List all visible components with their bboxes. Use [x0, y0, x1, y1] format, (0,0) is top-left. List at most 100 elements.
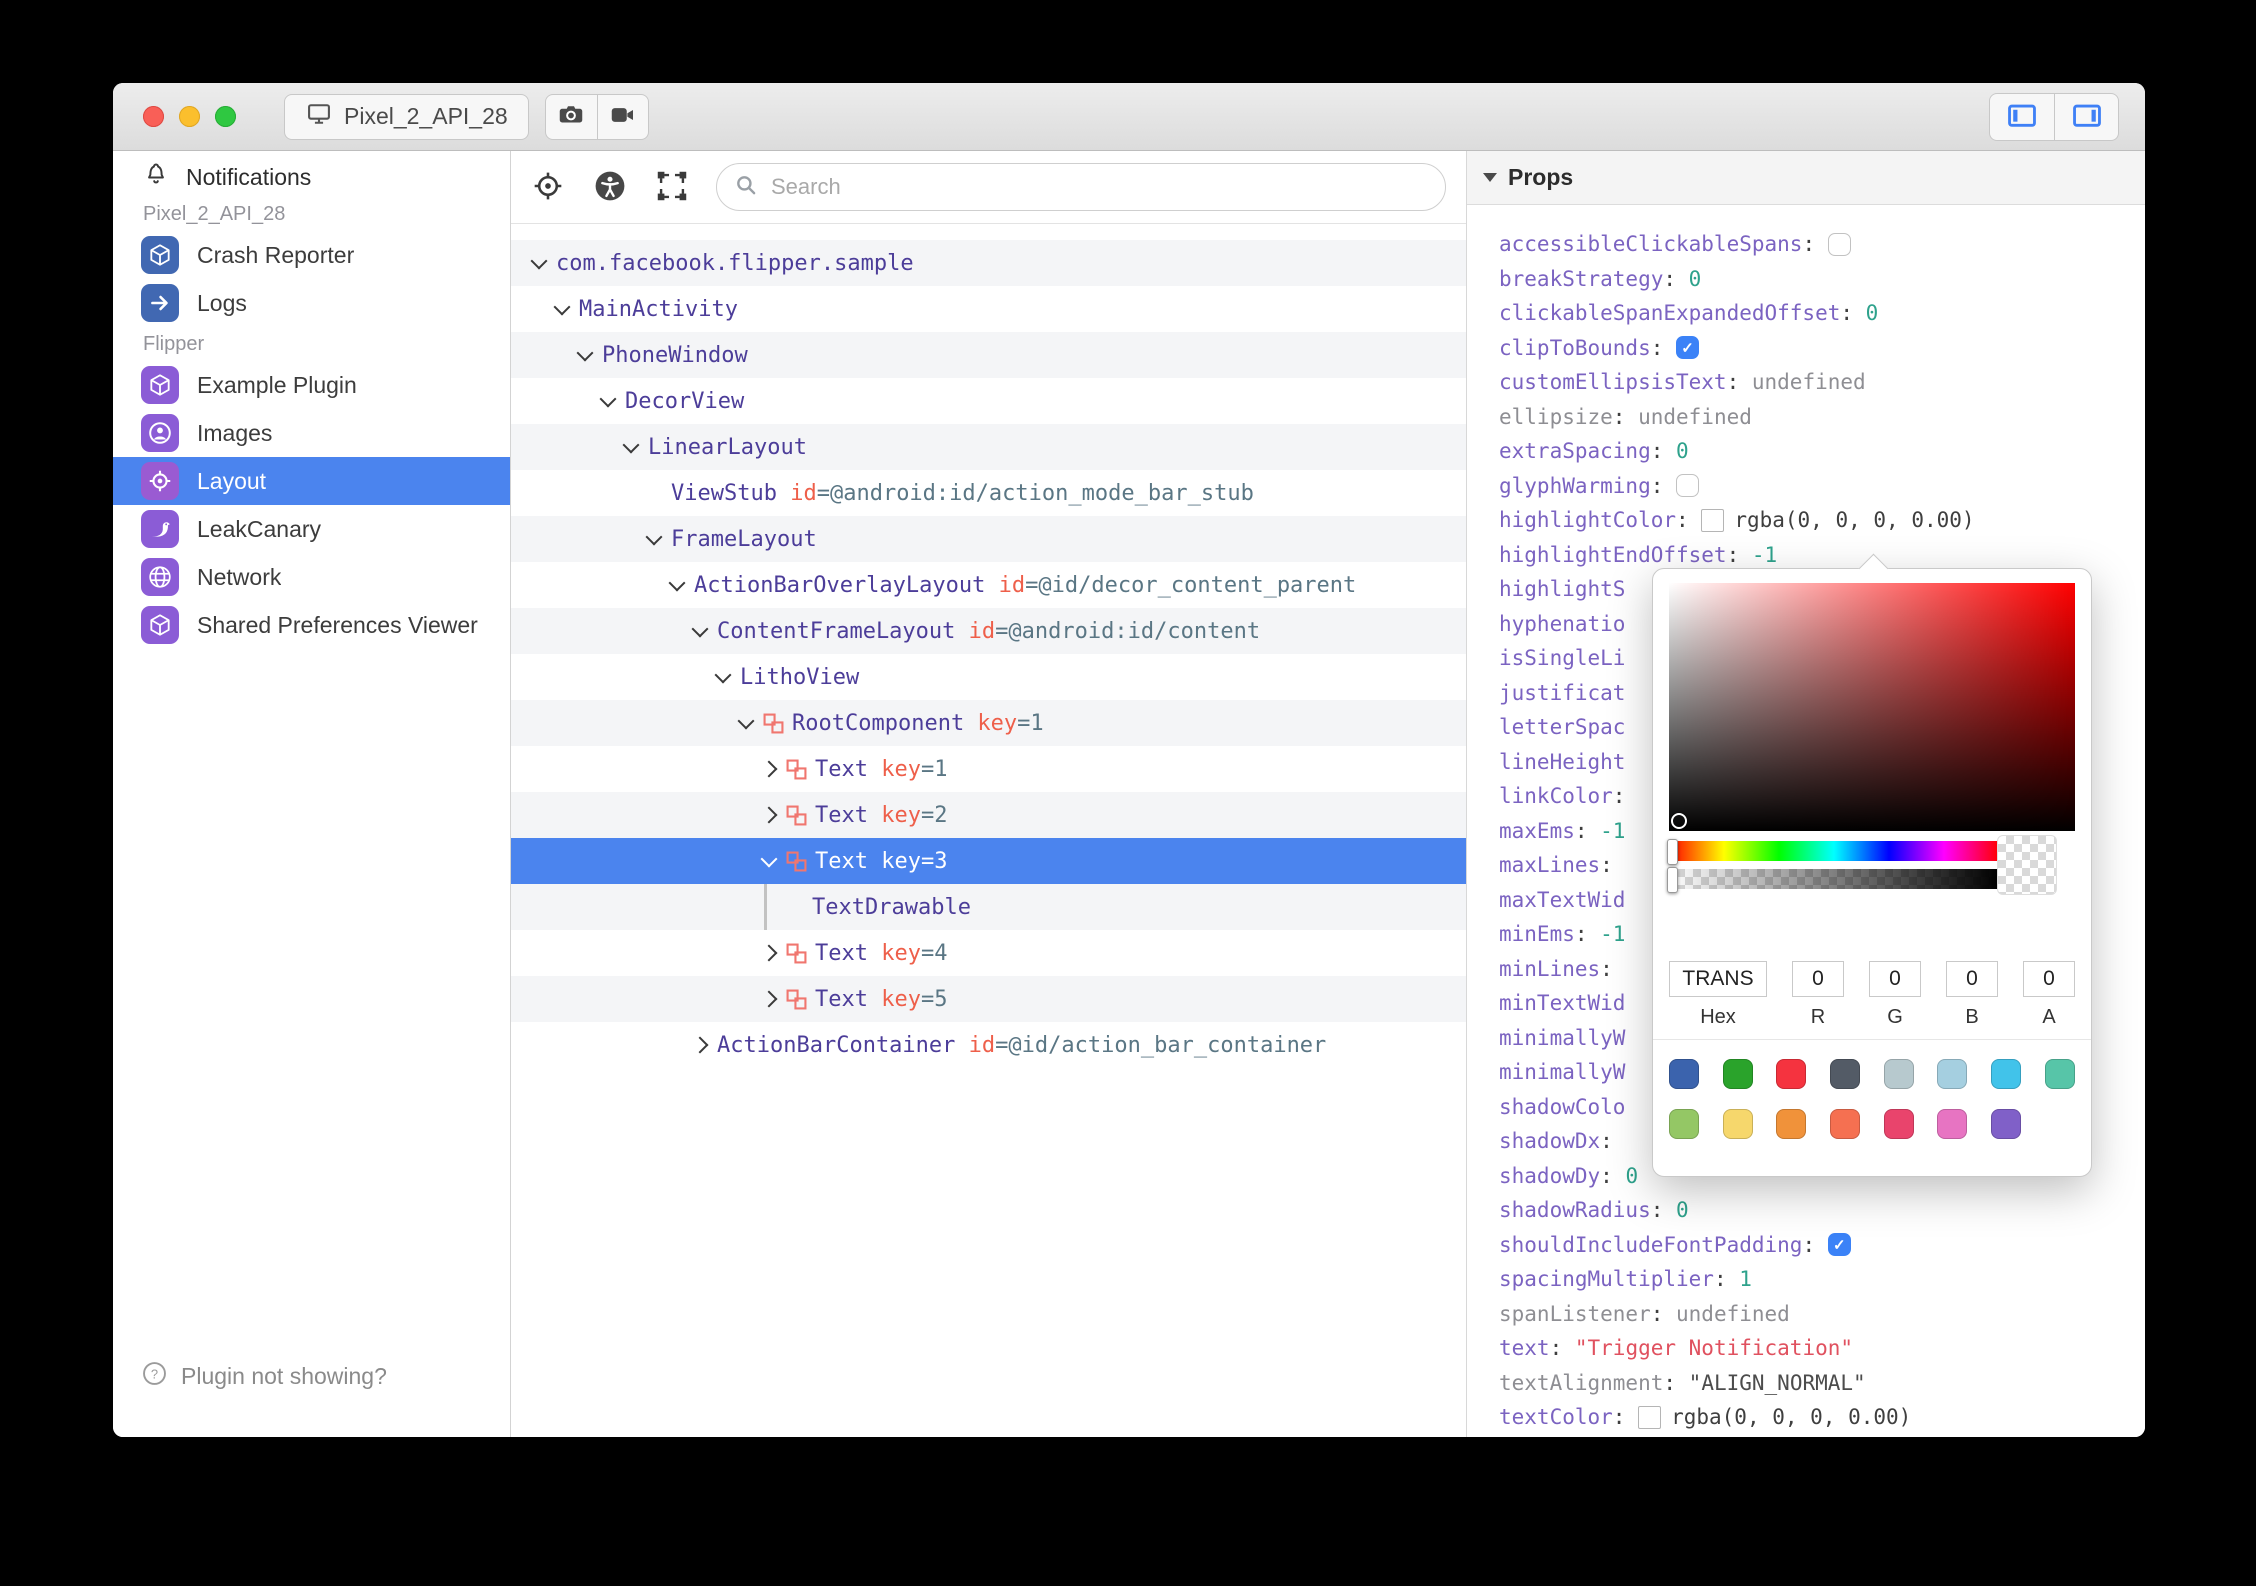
- close-button[interactable]: [143, 106, 164, 127]
- tree-attr-value: =1: [1017, 710, 1044, 736]
- green-input[interactable]: [1869, 961, 1921, 997]
- search-input[interactable]: [769, 173, 1429, 201]
- tree-expander[interactable]: [553, 298, 579, 316]
- prop-number-value: -1: [1600, 922, 1626, 947]
- saturation-area[interactable]: [1669, 583, 2075, 831]
- sidebar-item-crash-reporter[interactable]: Crash Reporter: [113, 231, 510, 279]
- tree-node-name: TextDrawable: [812, 894, 971, 920]
- prop-key: linkColor: [1499, 784, 1613, 809]
- tree-expander[interactable]: [645, 528, 671, 546]
- tree-row-text-1[interactable]: Text key =1: [511, 746, 1466, 792]
- preset-swatch-e9446c[interactable]: [1883, 1109, 1914, 1139]
- tree-expander[interactable]: [714, 666, 740, 684]
- tree-row-text-5[interactable]: Text key =5: [511, 976, 1466, 1022]
- tree-row-linearlayout[interactable]: LinearLayout: [511, 424, 1466, 470]
- preset-swatch-57c5a8[interactable]: [2044, 1059, 2075, 1089]
- tree-attr-value: =@id/action_bar_container: [995, 1032, 1327, 1058]
- sidebar-item-images[interactable]: Images: [113, 409, 510, 457]
- unchecked-checkbox[interactable]: [1827, 232, 1851, 256]
- alpha-slider[interactable]: [1667, 867, 1999, 893]
- tree-row-actionbarcontainer-id-action-bar-container[interactable]: ActionBarContainer id =@id/action_bar_con…: [511, 1022, 1466, 1068]
- sidebar-item-logs[interactable]: Logs: [113, 279, 510, 327]
- props-header[interactable]: Props: [1467, 151, 2145, 205]
- target-mode-button[interactable]: [531, 169, 565, 206]
- preset-swatch-b7c9ce[interactable]: [1883, 1059, 1914, 1089]
- tree-row-mainactivity[interactable]: MainActivity: [511, 286, 1466, 332]
- globe-icon: [141, 558, 179, 596]
- plugin-not-showing-link[interactable]: ? Plugin not showing?: [141, 1360, 387, 1393]
- blue-input[interactable]: [1946, 961, 1998, 997]
- select-element-button[interactable]: [655, 169, 689, 206]
- tree-row-viewstub-android-id-action-mode-bar-stub[interactable]: ViewStub id =@android:id/action_mode_bar_…: [511, 470, 1466, 516]
- tree-row-actionbaroverlaylayout-id-decor-content-parent[interactable]: ActionBarOverlayLayout id =@id/decor_cont…: [511, 562, 1466, 608]
- tree-row-com-facebook-flipper-sample[interactable]: com.facebook.flipper.sample: [511, 240, 1466, 286]
- tree-expander[interactable]: [760, 990, 786, 1008]
- screenshot-button[interactable]: [546, 95, 597, 139]
- tree-expander[interactable]: [691, 620, 717, 638]
- preset-swatch-f57051[interactable]: [1830, 1109, 1861, 1139]
- preset-swatch-f6d76c[interactable]: [1722, 1109, 1753, 1139]
- tree-row-lithoview[interactable]: LithoView: [511, 654, 1466, 700]
- tree-expander[interactable]: [760, 850, 786, 868]
- red-input[interactable]: [1792, 961, 1844, 997]
- tree-expander[interactable]: [691, 1036, 717, 1054]
- toggle-left-pane-button[interactable]: [1990, 94, 2054, 140]
- accessibility-mode-button[interactable]: [592, 168, 628, 207]
- preset-swatch-e774c2[interactable]: [1937, 1109, 1968, 1139]
- tree-row-framelayout[interactable]: FrameLayout: [511, 516, 1466, 562]
- alpha-slider-thumb[interactable]: [1667, 867, 1678, 893]
- preset-swatch-41c3ea[interactable]: [1991, 1059, 2022, 1089]
- tree-row-decorview[interactable]: DecorView: [511, 378, 1466, 424]
- sidebar-item-example-plugin[interactable]: Example Plugin: [113, 361, 510, 409]
- preset-swatch-f5333f[interactable]: [1776, 1059, 1807, 1089]
- prop-row-textcolor: textColor: rgba(0, 0, 0, 0.00): [1499, 1400, 2145, 1435]
- tree-expander[interactable]: [668, 574, 694, 592]
- checked-checkbox[interactable]: [1827, 1233, 1851, 1257]
- preset-swatch-f0923a[interactable]: [1776, 1109, 1807, 1139]
- sidebar-item-layout[interactable]: Layout: [113, 457, 510, 505]
- tree-expander[interactable]: [576, 344, 602, 362]
- prop-colon: :: [1612, 784, 1639, 809]
- tree-row-rootcomponent-1[interactable]: RootComponent key =1: [511, 700, 1466, 746]
- tree-row-text-4[interactable]: Text key =4: [511, 930, 1466, 976]
- color-swatch-checkbox[interactable]: [1701, 508, 1725, 532]
- tree-expander[interactable]: [760, 806, 786, 824]
- preset-swatch-2aa32b[interactable]: [1722, 1059, 1753, 1089]
- tree-expander[interactable]: [530, 252, 556, 270]
- sidebar-item-shared-preferences-viewer[interactable]: Shared Preferences Viewer: [113, 601, 510, 649]
- sidebar-item-notifications[interactable]: Notifications: [113, 157, 510, 197]
- hue-slider-thumb[interactable]: [1667, 839, 1678, 865]
- tree-row-phonewindow[interactable]: PhoneWindow: [511, 332, 1466, 378]
- tree-row-contentframelayout-android-id-content[interactable]: ContentFrameLayout id =@android:id/conten…: [511, 608, 1466, 654]
- sidebar-item-network[interactable]: Network: [113, 553, 510, 601]
- device-selector-button[interactable]: Pixel_2_API_28: [284, 93, 529, 140]
- checked-checkbox[interactable]: [1676, 336, 1700, 360]
- prop-key: minEms: [1499, 922, 1575, 947]
- preset-swatch-535b66[interactable]: [1830, 1059, 1861, 1089]
- tree-row-text-2[interactable]: Text key =2: [511, 792, 1466, 838]
- tree-expander[interactable]: [622, 436, 648, 454]
- minimize-button[interactable]: [179, 106, 200, 127]
- sidebar-item-leakcanary[interactable]: LeakCanary: [113, 505, 510, 553]
- preset-swatch-94c765[interactable]: [1669, 1109, 1699, 1139]
- hex-input[interactable]: [1669, 961, 1767, 997]
- color-swatch-checkbox[interactable]: [1638, 1405, 1662, 1429]
- tree-row-text-3[interactable]: Text key =3: [511, 838, 1466, 884]
- prop-string-value: "Trigger Notification": [1574, 1336, 1854, 1361]
- tree-expander[interactable]: [737, 712, 763, 730]
- toggle-right-pane-button[interactable]: [2054, 94, 2118, 140]
- unchecked-checkbox[interactable]: [1676, 474, 1700, 498]
- alpha-input[interactable]: [2023, 961, 2075, 997]
- screen-record-button[interactable]: [596, 94, 648, 139]
- tree-row-textdrawable[interactable]: TextDrawable: [511, 884, 1466, 930]
- zoom-button[interactable]: [215, 106, 236, 127]
- preset-swatch-a5cfe0[interactable]: [1937, 1059, 1968, 1089]
- chevron-down-icon: [714, 666, 732, 684]
- tree-expander[interactable]: [760, 760, 786, 778]
- tree-expander[interactable]: [599, 390, 625, 408]
- saturation-cursor[interactable]: [1671, 813, 1687, 829]
- tree-expander[interactable]: [760, 944, 786, 962]
- preset-swatch-8060c8[interactable]: [1991, 1109, 2022, 1139]
- hue-slider[interactable]: [1667, 839, 1999, 865]
- preset-swatch-3b63ad[interactable]: [1669, 1059, 1699, 1089]
